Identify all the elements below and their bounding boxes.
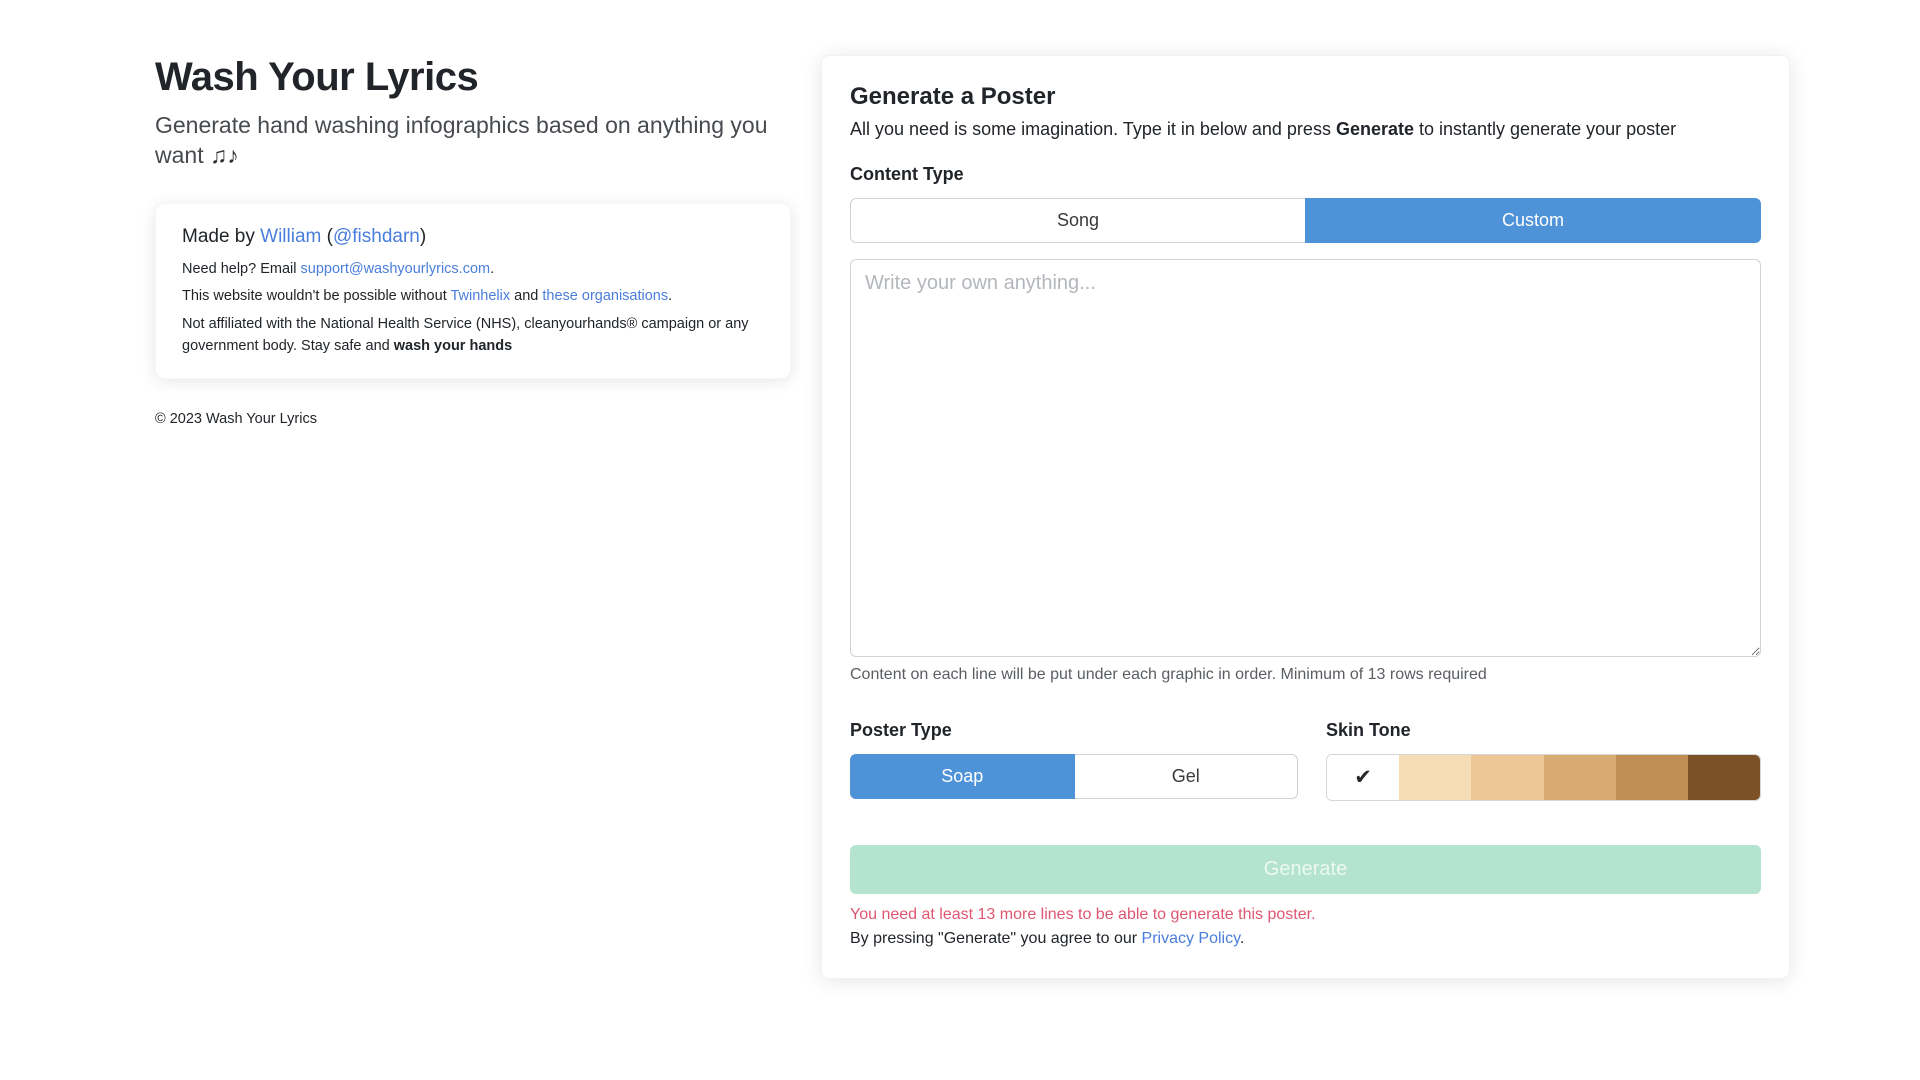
generate-poster-panel: Generate a Poster All you need is some i… [821,55,1790,979]
credits-prefix: This website wouldn't be possible withou… [182,288,450,304]
help-prefix: Need help? Email [182,261,301,277]
support-email-link[interactable]: support@washyourlyrics.com [301,261,491,277]
paren-open: ( [321,226,333,247]
intro-before: All you need is some imagination. Type i… [850,119,1336,139]
textarea-helper-text: Content on each line will be put under e… [850,666,1761,684]
site-subtitle: Generate hand washing infographics based… [155,110,791,171]
privacy-line: By pressing "Generate" you agree to our … [850,930,1761,948]
privacy-before: By pressing "Generate" you agree to our [850,930,1142,947]
content-type-label: Content Type [850,164,1761,185]
site-title: Wash Your Lyrics [155,55,791,100]
options-row: Poster Type Soap Gel Skin Tone ✔ [850,720,1761,801]
help-period: . [490,261,494,277]
poster-type-section: Poster Type Soap Gel [850,720,1298,801]
skin-tone-section: Skin Tone ✔ [1326,720,1761,801]
credits-mid: and [510,288,542,304]
organisations-link[interactable]: these organisations [542,288,668,304]
privacy-after: . [1240,930,1244,947]
lines-required-error: You need at least 13 more lines to be ab… [850,906,1761,924]
credits-end: . [668,288,672,304]
privacy-policy-link[interactable]: Privacy Policy [1142,930,1240,947]
copyright: © 2023 Wash Your Lyrics [155,411,791,427]
custom-content-textarea[interactable] [850,259,1761,657]
poster-type-gel-button[interactable]: Gel [1074,754,1299,799]
content-type-custom-button[interactable]: Custom [1305,198,1761,243]
poster-type-soap-button[interactable]: Soap [850,754,1075,799]
made-by-card: Made by William (@fishdarn) Need help? E… [155,203,791,379]
skin-tone-option-light[interactable] [1399,755,1471,800]
disclaimer-line: Not affiliated with the National Health … [182,314,764,358]
content-type-group: Song Custom [850,198,1761,243]
skin-tone-option-medium-light[interactable] [1471,755,1543,800]
made-by-line: Made by William (@fishdarn) [182,226,764,248]
skin-tone-group: ✔ [1326,754,1761,801]
page: Wash Your Lyrics Generate hand washing i… [0,0,1920,1039]
skin-tone-option-dark[interactable] [1688,755,1760,800]
twitter-handle-link[interactable]: @fishdarn [333,226,420,247]
author-link[interactable]: William [260,226,321,247]
skin-tone-option-default[interactable]: ✔ [1327,755,1399,800]
panel-intro: All you need is some imagination. Type i… [850,119,1761,140]
content-type-song-button[interactable]: Song [850,198,1306,243]
left-column: Wash Your Lyrics Generate hand washing i… [155,55,791,427]
skin-tone-option-medium-dark[interactable] [1616,755,1688,800]
intro-after: to instantly generate your poster [1414,119,1676,139]
skin-tone-option-medium[interactable] [1544,755,1616,800]
poster-type-label: Poster Type [850,720,1298,741]
generate-button[interactable]: Generate [850,845,1761,894]
credits-line: This website wouldn't be possible withou… [182,286,764,308]
paren-close: ) [420,226,426,247]
poster-type-group: Soap Gel [850,754,1298,799]
site-subtitle-text: Generate hand washing infographics based… [155,112,768,168]
wash-your-hands-bold: wash your hands [394,338,512,354]
check-icon: ✔ [1354,765,1372,790]
help-line: Need help? Email support@washyourlyrics.… [182,259,764,281]
twinhelix-link[interactable]: Twinhelix [450,288,510,304]
panel-title: Generate a Poster [850,83,1761,111]
music-notes-icon: ♫♪ [210,142,239,168]
skin-tone-label: Skin Tone [1326,720,1761,741]
made-by-prefix: Made by [182,226,260,247]
intro-bold: Generate [1336,119,1414,139]
